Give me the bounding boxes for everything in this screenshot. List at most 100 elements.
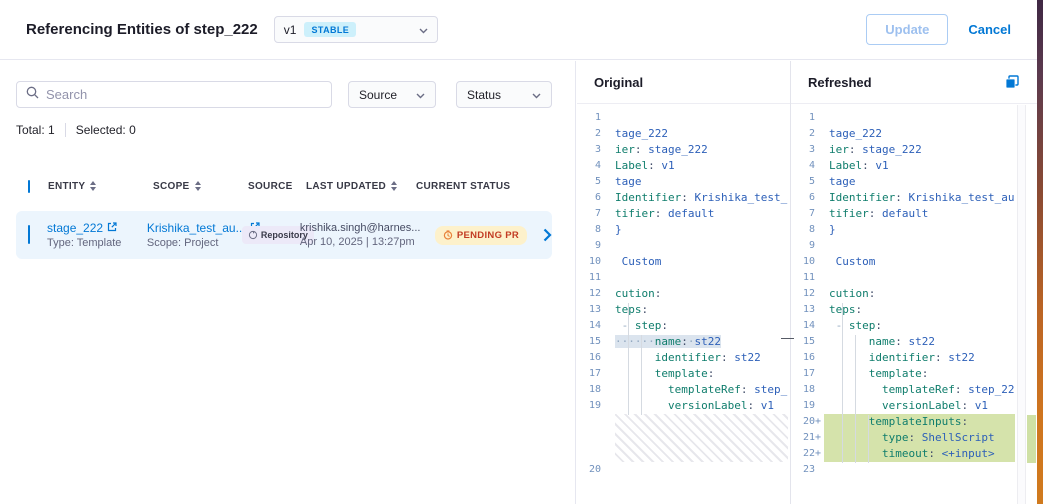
diff-marker: [815, 302, 824, 318]
status-filter-dropdown[interactable]: Status: [456, 81, 552, 108]
line-number: 21: [791, 430, 815, 446]
code-text: templateRef: step_222: [610, 382, 788, 398]
code-line: 4Label: v1: [791, 158, 1037, 174]
line-number: 4: [791, 158, 815, 174]
divider: [65, 123, 66, 137]
indent-guide: [868, 415, 869, 463]
diff-marker: [601, 254, 610, 270]
diff-marker: [601, 206, 610, 222]
indent-guide: [842, 303, 843, 463]
code-line: 21+ type: ShellScript: [791, 430, 1037, 446]
table-row[interactable]: stage_222 Type: Template Krishika_test_a…: [16, 211, 552, 259]
line-number: 8: [577, 222, 601, 238]
entity-link[interactable]: stage_222: [47, 221, 103, 235]
line-number: 1: [577, 110, 601, 126]
code-line: 10 Custom: [791, 254, 1037, 270]
code-text: cution:: [610, 286, 788, 302]
chevron-down-icon: [416, 88, 425, 102]
drawer-header: Referencing Entities of step_222 v1 STAB…: [0, 0, 1037, 60]
code-text: Custom: [824, 254, 1015, 270]
diff-marker: [601, 222, 610, 238]
column-entity[interactable]: ENTITY: [48, 181, 85, 192]
entities-list-panel: Source Status Total: 1 Selected: 0 ENTIT…: [0, 61, 576, 504]
diff-marker: [601, 286, 610, 302]
external-link-icon[interactable]: [107, 221, 117, 235]
code-text: [824, 462, 1015, 478]
diff-marker: [601, 334, 610, 350]
code-line: 16 identifier: st22: [577, 350, 790, 366]
scope-sub: Scope: Project: [147, 237, 242, 249]
status-filter-label: Status: [467, 88, 501, 102]
diff-marker: [815, 190, 824, 206]
original-pane-header: Original: [577, 61, 790, 104]
update-button[interactable]: Update: [866, 14, 948, 45]
original-title: Original: [594, 75, 643, 90]
code-line: 13teps:: [791, 302, 1037, 318]
row-expand-chevron[interactable]: [543, 228, 552, 242]
search-input[interactable]: [46, 87, 322, 102]
diff-marker: [815, 366, 824, 382]
code-line: 3ier: stage_222: [577, 142, 790, 158]
page-background-edge: [1037, 0, 1043, 504]
diff-marker: [815, 174, 824, 190]
line-number: 17: [791, 366, 815, 382]
line-number: 3: [791, 142, 815, 158]
chevron-down-icon: [419, 21, 428, 39]
code-text: Identifier: Krishika_test_aut: [824, 190, 1015, 206]
diff-marker: [815, 206, 824, 222]
diff-marker: [601, 110, 610, 126]
code-text: [610, 270, 788, 286]
diff-scrollbar[interactable]: [1017, 105, 1026, 504]
code-line: 14 - step:: [791, 318, 1037, 334]
code-line: 19 versionLabel: v1: [577, 398, 790, 414]
line-number: 7: [791, 206, 815, 222]
scope-link[interactable]: Krishika_test_au...: [147, 221, 246, 235]
code-text: - step:: [824, 318, 1015, 334]
column-current-status: CURRENT STATUS: [416, 181, 510, 192]
diff-marker: [601, 142, 610, 158]
refreshed-code[interactable]: 12tage_2223ier: stage_2224Label: v15tage…: [791, 104, 1037, 478]
row-checkbox[interactable]: [28, 225, 30, 244]
line-number: 13: [791, 302, 815, 318]
column-last-updated[interactable]: LAST UPDATED: [306, 181, 386, 192]
source-filter-dropdown[interactable]: Source: [348, 81, 436, 108]
code-line: 9: [577, 238, 790, 254]
line-number: 19: [791, 398, 815, 414]
column-scope[interactable]: SCOPE: [153, 181, 190, 192]
code-line: 8}: [577, 222, 790, 238]
copy-icon[interactable]: [1005, 75, 1020, 90]
diff-marker: [815, 158, 824, 174]
code-text: template:: [824, 366, 1015, 382]
version-label: v1: [284, 23, 297, 37]
original-pane: Original 12tage_2223ier: stage_2224Label…: [577, 61, 791, 504]
code-text: tifier: default: [824, 206, 1015, 222]
cancel-button[interactable]: Cancel: [968, 22, 1011, 37]
diff-marker: [815, 318, 824, 334]
code-line: 12cution:: [577, 286, 790, 302]
code-text: Custom: [610, 254, 788, 270]
results-summary: Total: 1 Selected: 0: [16, 122, 559, 137]
code-line: 23: [791, 462, 1037, 478]
sort-icon[interactable]: [195, 181, 201, 191]
line-number: 7: [577, 206, 601, 222]
chevron-down-icon: [532, 88, 541, 102]
code-text: [824, 270, 1015, 286]
code-line: 5tage: [577, 174, 790, 190]
original-code[interactable]: 12tage_2223ier: stage_2224Label: v15tage…: [577, 104, 790, 478]
code-text: identifier: st22: [610, 350, 788, 366]
line-number: 17: [577, 366, 601, 382]
line-number: 12: [791, 286, 815, 302]
line-number: 5: [577, 174, 601, 190]
collapsed-added-lines-hatch: [615, 414, 788, 462]
search-input-wrapper: [16, 81, 332, 108]
sort-icon[interactable]: [90, 181, 96, 191]
code-line: 15 name: st22: [791, 334, 1037, 350]
code-line: 8}: [791, 222, 1037, 238]
sort-icon[interactable]: [391, 181, 397, 191]
line-number: 11: [791, 270, 815, 286]
code-line: 2tage_222: [577, 126, 790, 142]
diff-marker: [815, 398, 824, 414]
diff-marker: [601, 382, 610, 398]
select-all-checkbox[interactable]: [28, 180, 30, 193]
version-dropdown[interactable]: v1 STABLE: [274, 16, 438, 43]
